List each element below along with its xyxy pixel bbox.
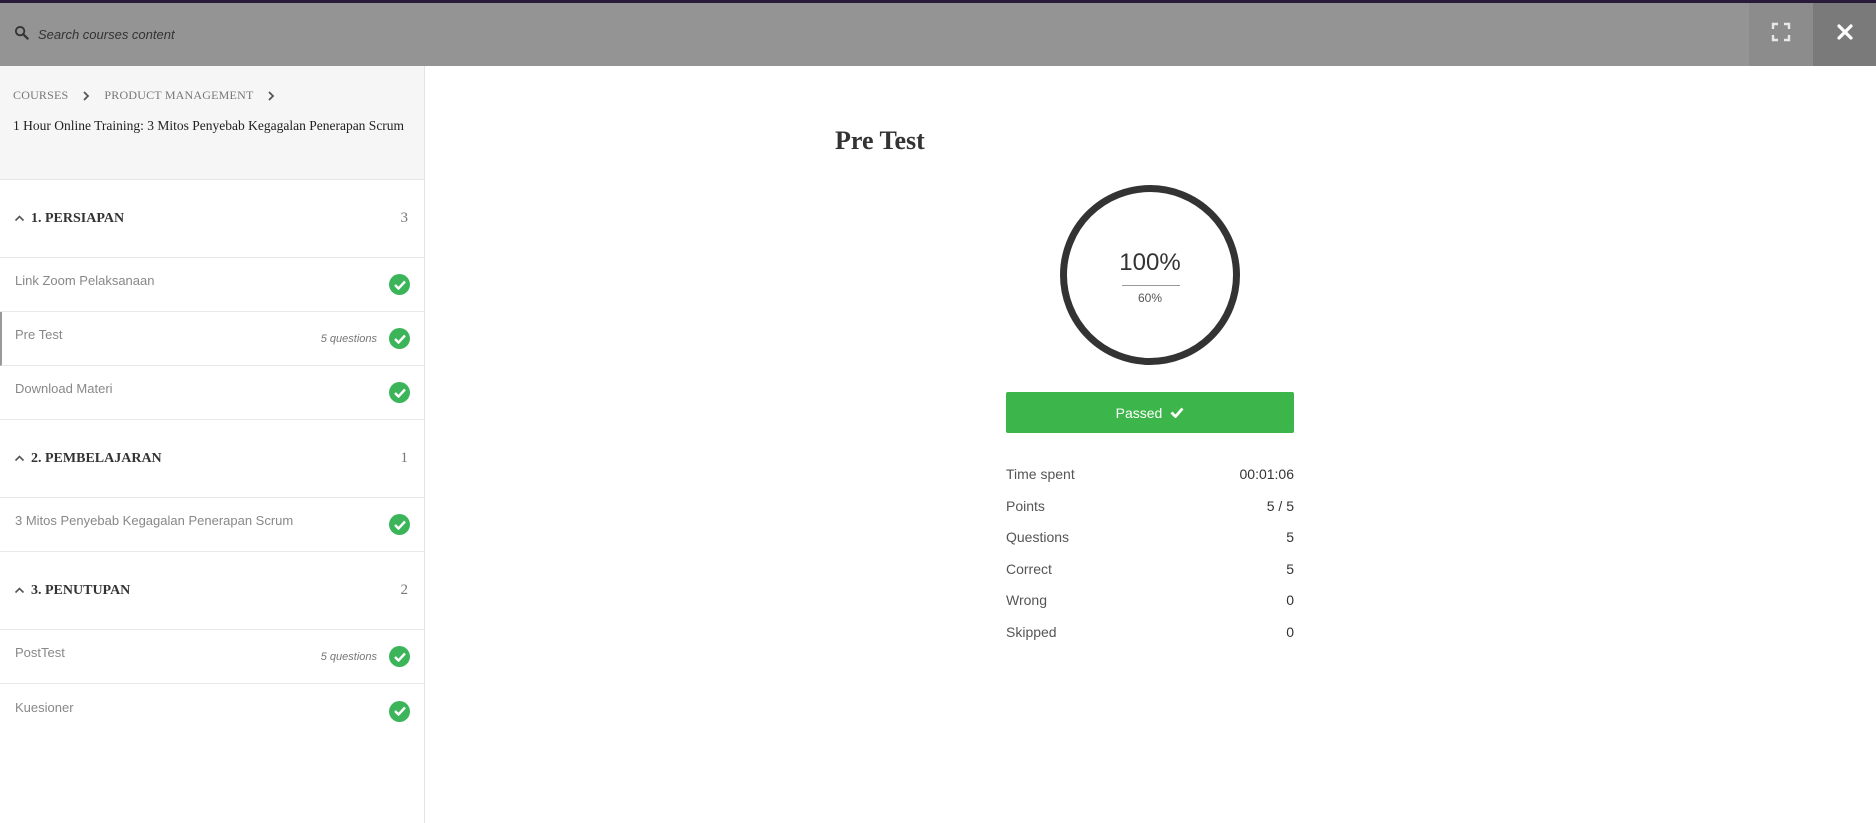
lesson-item[interactable]: Link Zoom Pelaksanaan [0, 258, 424, 312]
section-header[interactable]: 3. PENUTUPAN 2 [0, 552, 424, 630]
stat-label: Questions [1006, 529, 1070, 545]
lesson-title: Kuesioner [15, 699, 74, 715]
fullscreen-icon [1771, 22, 1791, 47]
stat-label: Time spent [1006, 466, 1075, 482]
fullscreen-button[interactable] [1749, 3, 1813, 66]
lesson-item[interactable]: Download Materi [0, 366, 424, 420]
stat-label: Skipped [1006, 623, 1057, 640]
lesson-title: Download Materi [15, 381, 113, 396]
stat-label: Points [1006, 497, 1045, 514]
section-title: 2. PEMBELAJARAN [31, 450, 162, 466]
search-icon [14, 25, 29, 45]
chevron-up-icon [14, 213, 25, 224]
breadcrumb: COURSES PRODUCT MANAGEMENT [13, 88, 411, 103]
course-sidebar: COURSES PRODUCT MANAGEMENT 1 Hour Online… [0, 66, 425, 823]
page-title: Pre Test [835, 126, 925, 155]
passed-status-button: Passed [1006, 392, 1294, 433]
lesson-item[interactable]: PostTest 5 questions [0, 630, 424, 684]
stat-row: Time spent 00:01:06 [1006, 466, 1294, 498]
stat-row: Skipped 0 [1006, 624, 1294, 656]
score-ring: 100% 60% [1060, 185, 1240, 365]
section-title: 1. PERSIAPAN [31, 210, 125, 226]
stat-label: Wrong [1006, 592, 1047, 608]
breadcrumb-product-management[interactable]: PRODUCT MANAGEMENT [104, 88, 253, 103]
stat-label: Correct [1006, 560, 1052, 577]
lesson-meta: 5 questions [320, 332, 377, 345]
check-icon [1162, 405, 1184, 421]
stat-value: 0 [1286, 592, 1294, 608]
quiz-result-panel: Pre Test 100% 60% Passed Time spent 00:01… [426, 66, 1876, 823]
course-header: COURSES PRODUCT MANAGEMENT 1 Hour Online… [0, 66, 424, 180]
chevron-right-icon [82, 90, 90, 101]
check-circle-icon [389, 514, 410, 535]
chevron-right-icon [267, 90, 275, 101]
lesson-title: Link Zoom Pelaksanaan [15, 273, 155, 288]
lesson-item[interactable]: 3 Mitos Penyebab Kegagalan Penerapan Scr… [0, 498, 424, 552]
lesson-item[interactable]: Kuesioner [0, 684, 424, 738]
lesson-title: 3 Mitos Penyebab Kegagalan Penerapan Scr… [15, 513, 294, 528]
stat-value: 5 [1286, 529, 1294, 545]
close-icon [1836, 23, 1854, 46]
check-circle-icon [389, 382, 410, 403]
search-box [14, 3, 438, 66]
section-count: 1 [400, 450, 409, 466]
score-divider [1122, 285, 1180, 286]
lesson-title: PostTest [15, 645, 65, 660]
lesson-item-active[interactable]: Pre Test 5 questions [0, 312, 424, 366]
close-button[interactable] [1813, 3, 1876, 66]
stat-row: Wrong 0 [1006, 592, 1294, 624]
passing-grade: 60% [1137, 291, 1163, 305]
stat-value: 5 / 5 [1266, 497, 1294, 514]
search-input[interactable] [38, 27, 438, 42]
section-title: 3. PENUTUPAN [31, 582, 131, 598]
course-title: 1 Hour Online Training: 3 Mitos Penyebab… [13, 118, 405, 133]
section-count: 2 [400, 582, 409, 598]
breadcrumb-courses[interactable]: COURSES [13, 88, 68, 103]
passed-label: Passed [1115, 404, 1163, 421]
check-circle-icon [389, 274, 410, 295]
stat-row: Points 5 / 5 [1006, 498, 1294, 530]
section-count: 3 [400, 210, 409, 226]
chevron-up-icon [14, 453, 25, 464]
lesson-title: Pre Test [15, 327, 63, 342]
section-header[interactable]: 2. PEMBELAJARAN 1 [0, 420, 424, 498]
check-circle-icon [389, 328, 410, 349]
check-circle-icon [389, 646, 410, 667]
stat-value: 0 [1286, 623, 1294, 640]
check-circle-icon [389, 700, 410, 722]
stat-row: Questions 5 [1006, 529, 1294, 561]
stat-value: 5 [1286, 560, 1294, 577]
section-header[interactable]: 1. PERSIAPAN 3 [0, 180, 424, 258]
result-stats: Time spent 00:01:06 Points 5 / 5 Questions… [1006, 466, 1294, 655]
chevron-up-icon [14, 585, 25, 596]
score-percent: 100% [1119, 249, 1181, 276]
stat-value: 00:01:06 [1239, 466, 1295, 482]
stat-row: Correct 5 [1006, 561, 1294, 593]
top-bar [0, 3, 1876, 66]
lesson-meta: 5 questions [320, 650, 377, 663]
